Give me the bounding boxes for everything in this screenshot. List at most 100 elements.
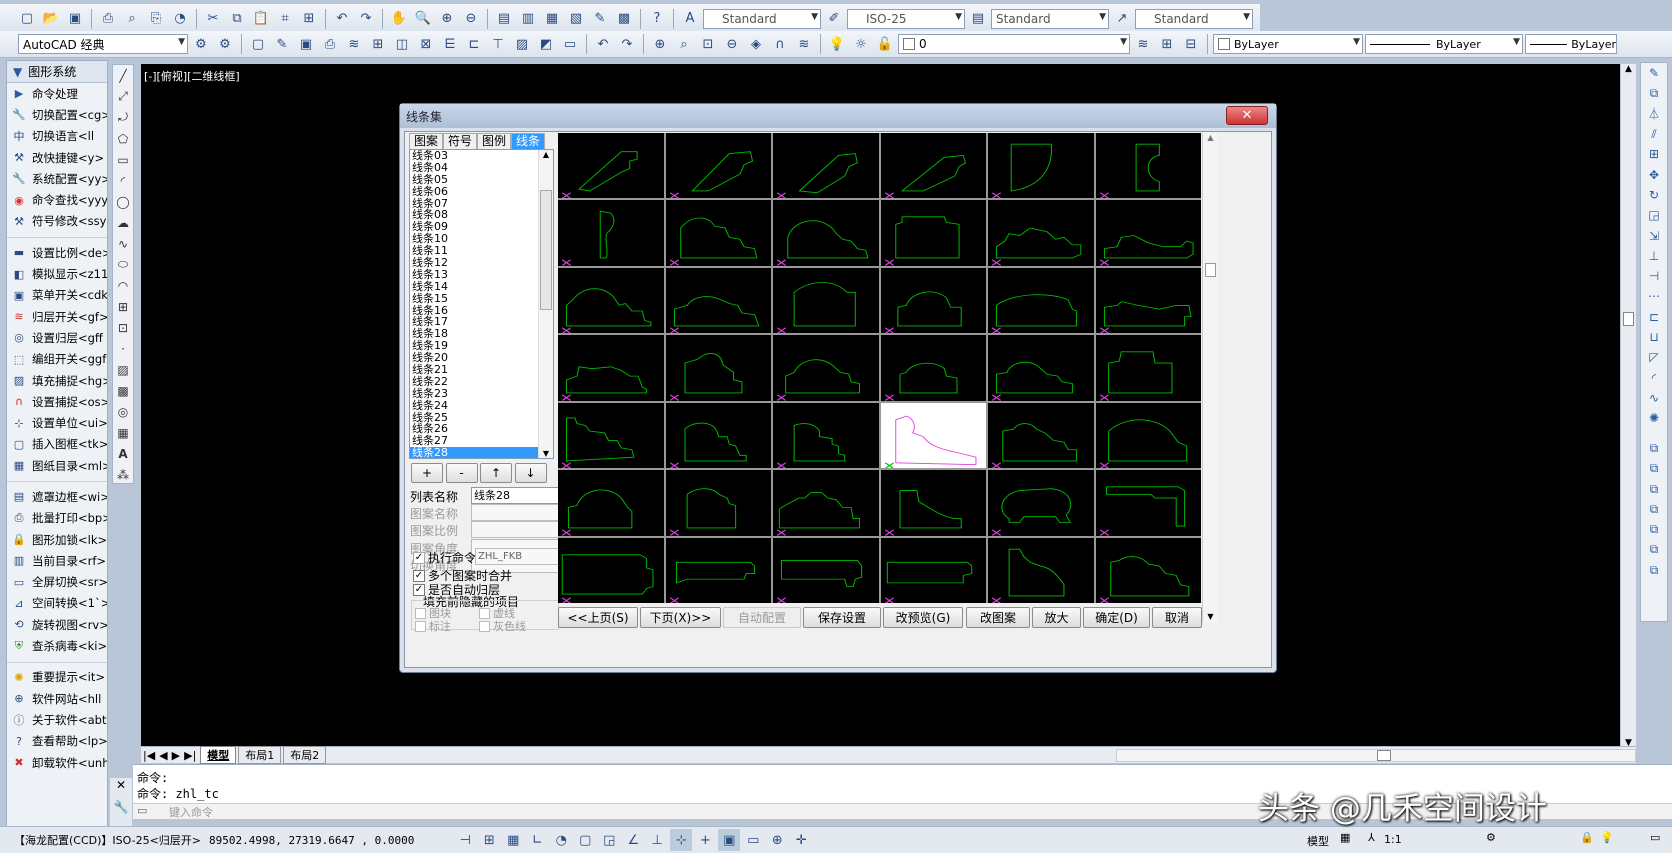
preview-cell[interactable] bbox=[665, 537, 771, 603]
tab-model[interactable]: 模型 bbox=[200, 746, 237, 764]
calculator-icon[interactable]: ▩ bbox=[613, 8, 635, 30]
redo-icon[interactable]: ↷ bbox=[355, 8, 377, 30]
publish-icon[interactable]: ◔ bbox=[169, 8, 191, 30]
dim-front-icon[interactable]: ⧉ bbox=[1641, 540, 1667, 560]
annotation-scale[interactable]: 1:1 bbox=[1384, 833, 1402, 846]
tool-item[interactable]: ⚒ 符号修改<ssy bbox=[7, 211, 107, 232]
tpy-icon[interactable]: ▣ bbox=[718, 829, 741, 851]
preview-cell[interactable] bbox=[988, 470, 1094, 536]
redo-icon[interactable]: ↷ bbox=[616, 33, 638, 55]
preview-cell[interactable] bbox=[665, 267, 771, 334]
polyline-icon[interactable]: ⤾ bbox=[113, 107, 133, 128]
list-item[interactable]: 线条13 bbox=[410, 268, 553, 281]
undo-icon[interactable]: ↶ bbox=[592, 33, 614, 55]
rotate-icon[interactable]: ↻ bbox=[1641, 185, 1667, 205]
pan-icon[interactable]: ✋ bbox=[388, 8, 410, 30]
bulb-icon[interactable]: 💡 bbox=[826, 33, 848, 55]
stretch-icon[interactable]: ⇲ bbox=[1641, 225, 1667, 245]
tool-item[interactable]: ▤ 遮罩边框<wi> bbox=[7, 486, 107, 507]
layer-match-icon[interactable]: ◈ bbox=[745, 33, 767, 55]
customize-icon[interactable]: ⚙ bbox=[214, 33, 236, 55]
preview-cell[interactable] bbox=[773, 470, 879, 536]
grid-icon[interactable]: ▦ bbox=[502, 829, 524, 851]
list-item[interactable]: 线条15 bbox=[410, 292, 553, 305]
ok-button[interactable]: 确定(D) bbox=[1083, 607, 1150, 628]
tool-item[interactable]: ▦ 图纸目录<ml> bbox=[7, 455, 107, 476]
preview-cell[interactable] bbox=[773, 335, 879, 401]
exec-cmd-field[interactable]: ZHL_FKB bbox=[475, 548, 559, 565]
cancel-button[interactable]: 取消 bbox=[1152, 607, 1202, 628]
snap-icon[interactable]: ⊞ bbox=[478, 829, 500, 851]
text-style-select[interactable]: Standard ▼ bbox=[703, 8, 821, 29]
preview-cell[interactable] bbox=[1095, 470, 1201, 536]
tab-nav-prev-icon[interactable]: ◀ bbox=[159, 749, 167, 762]
preview-cell[interactable] bbox=[558, 267, 664, 334]
preview-cell[interactable] bbox=[1095, 267, 1201, 334]
draworder-front-icon[interactable]: ⧉ bbox=[1641, 438, 1667, 458]
remove-item-button[interactable]: - bbox=[445, 463, 478, 483]
preview-cell[interactable] bbox=[1095, 200, 1201, 266]
tool-item[interactable]: ◧ 模拟显示<z11 bbox=[7, 263, 107, 284]
spline-icon[interactable]: ∿ bbox=[113, 233, 133, 254]
tool-item[interactable]: ✺ 重要提示<it> bbox=[7, 667, 107, 688]
tool-item[interactable]: 中切换语言<ll bbox=[7, 126, 107, 147]
ellipse-arc-icon[interactable]: ◠ bbox=[113, 275, 133, 296]
arc-icon[interactable]: ◜ bbox=[113, 170, 133, 191]
preview-cell[interactable] bbox=[880, 402, 986, 469]
tool-item[interactable]: ▣ 菜单开关<cdk bbox=[7, 285, 107, 306]
preview-cell[interactable] bbox=[558, 335, 664, 401]
clean-screen-icon[interactable]: ▭ bbox=[1650, 831, 1660, 844]
erase-icon[interactable]: ✎ bbox=[1641, 63, 1667, 83]
model-space-label[interactable]: 模型 bbox=[1307, 833, 1329, 849]
dim-style-icon[interactable]: ✐ bbox=[823, 8, 845, 30]
join-icon[interactable]: ⊔ bbox=[1641, 327, 1667, 347]
exec-cmd-checkbox[interactable]: ✓ bbox=[413, 551, 425, 564]
tab-nav-first-icon[interactable]: |◀ bbox=[143, 749, 155, 762]
make-block-icon[interactable]: ⊡ bbox=[113, 317, 133, 338]
preview-scrollbar[interactable]: ▲ ▼ bbox=[1202, 133, 1218, 623]
bulb-icon[interactable]: 💡 bbox=[1600, 831, 1614, 844]
scroll-thumb[interactable] bbox=[1623, 312, 1634, 326]
layer-tool-5-icon[interactable]: ≋ bbox=[343, 33, 365, 55]
add-selected-icon[interactable]: ⁂ bbox=[113, 464, 133, 485]
layer-previous-icon[interactable]: ⊟ bbox=[1180, 33, 1202, 55]
tool-item[interactable]: ▥ 当前目录<rf> bbox=[7, 550, 107, 571]
list-item[interactable]: 线条05 bbox=[410, 173, 553, 186]
preview-cell[interactable] bbox=[558, 200, 664, 266]
hide-item[interactable]: 标注 bbox=[415, 618, 451, 634]
preview-cell[interactable] bbox=[988, 200, 1094, 266]
lock-ui-icon[interactable]: 🔒 bbox=[1580, 831, 1594, 844]
dyn-icon[interactable]: ⊹ bbox=[670, 829, 693, 851]
preview-cell[interactable] bbox=[880, 537, 986, 603]
tool-item[interactable]: ⚒ 改快捷键<y> bbox=[7, 147, 107, 168]
list-item[interactable]: 线条23 bbox=[410, 387, 553, 400]
preview-cell[interactable] bbox=[988, 133, 1094, 199]
array-icon[interactable]: ⊞ bbox=[1641, 144, 1667, 164]
mtext-icon[interactable]: A bbox=[113, 443, 133, 464]
ortho-icon[interactable]: ∟ bbox=[526, 829, 548, 851]
multileader-style-select[interactable]: Standard ▼ bbox=[1135, 8, 1253, 29]
preview-cell[interactable] bbox=[558, 133, 664, 199]
field-input[interactable] bbox=[471, 504, 559, 522]
tab-nav-last-icon[interactable]: ▶| bbox=[184, 749, 196, 762]
preview-cell[interactable] bbox=[988, 335, 1094, 401]
tool-item[interactable]: ⬚ 编组开关<ggf bbox=[7, 349, 107, 370]
polygon-icon[interactable]: ⬠ bbox=[113, 128, 133, 149]
checkbox[interactable] bbox=[479, 620, 490, 632]
properties-icon[interactable]: ▤ bbox=[493, 8, 515, 30]
layer-select[interactable]: 0 ▼ bbox=[898, 34, 1130, 54]
preview-cell[interactable] bbox=[1095, 335, 1201, 401]
print-icon[interactable]: ⎙ bbox=[97, 8, 119, 30]
am-icon[interactable]: ✛ bbox=[790, 829, 812, 851]
tool-item[interactable]: ▭ 全屏切换<sr> bbox=[7, 572, 107, 593]
tool-item[interactable]: ⊹ 设置单位<ui> bbox=[7, 412, 107, 433]
polar-icon[interactable]: ◔ bbox=[550, 829, 572, 851]
layer-tool-10-icon[interactable]: ⊏ bbox=[463, 33, 485, 55]
tool-item[interactable]: ? 查看帮助<lp> bbox=[7, 731, 107, 752]
zoom-window-icon[interactable]: ⌕ bbox=[673, 33, 695, 55]
lwt-icon[interactable]: + bbox=[694, 829, 716, 851]
tool-item[interactable]: ⓘ 关于软件<abt bbox=[7, 709, 107, 730]
scroll-down-icon[interactable]: ▼ bbox=[1203, 612, 1218, 621]
copy-icon[interactable]: ⧉ bbox=[226, 8, 248, 30]
undo-icon[interactable]: ↶ bbox=[331, 8, 353, 30]
